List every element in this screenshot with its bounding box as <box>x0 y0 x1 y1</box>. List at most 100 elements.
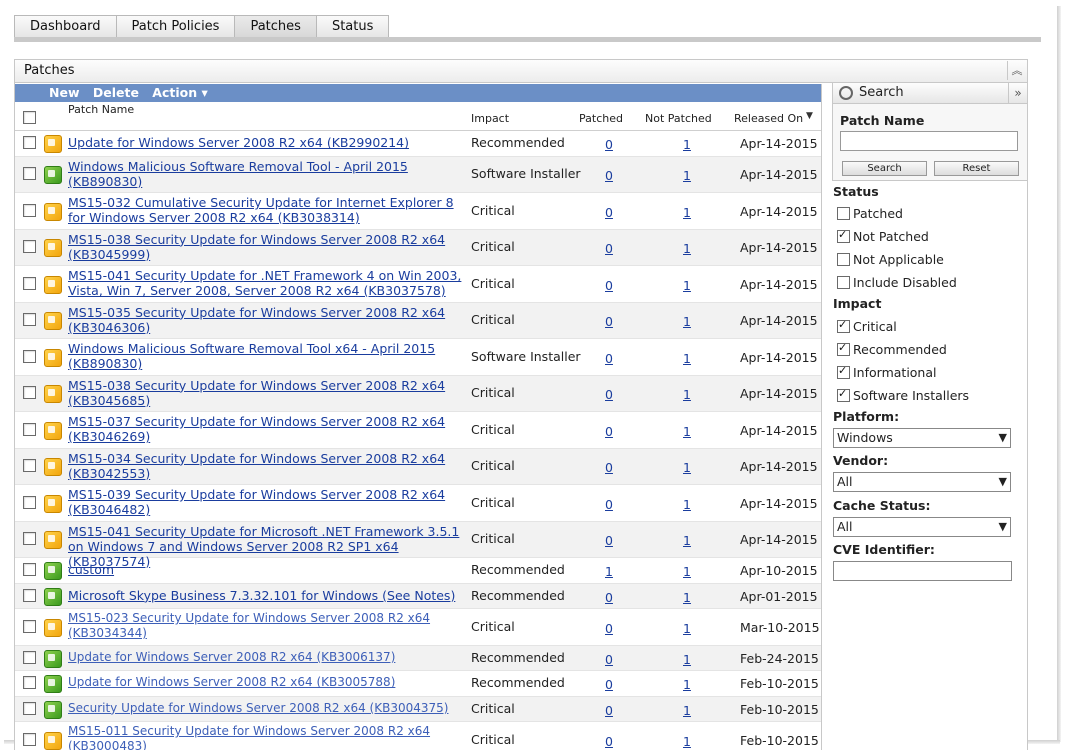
table-row[interactable]: custom Recommended 1 1 Apr-10-2015 <box>15 558 821 584</box>
impact-checkbox[interactable] <box>837 318 850 333</box>
not-patched-count-link[interactable]: 1 <box>683 677 691 692</box>
not-patched-count-link[interactable]: 1 <box>683 497 691 512</box>
patched-count-link[interactable]: 0 <box>605 703 613 718</box>
table-row[interactable]: MS15-034 Security Update for Windows Ser… <box>15 448 821 485</box>
table-row[interactable]: Windows Malicious Software Removal Tool … <box>15 339 821 376</box>
patch-name-link[interactable]: Update for Windows Server 2008 R2 x64 (K… <box>68 675 470 690</box>
patched-count-link[interactable]: 0 <box>605 677 613 692</box>
status-checkbox[interactable] <box>837 276 850 289</box>
tab-patches[interactable]: Patches <box>234 15 316 38</box>
table-row[interactable]: MS15-035 Security Update for Windows Ser… <box>15 302 821 339</box>
sort-descending-icon[interactable]: ▼ <box>806 111 813 121</box>
patch-name-link[interactable]: MS15-039 Security Update for Windows Ser… <box>68 487 470 517</box>
impact-checkbox[interactable] <box>837 387 850 402</box>
patched-count-link[interactable]: 0 <box>605 533 613 548</box>
status-checkbox[interactable] <box>837 207 850 220</box>
table-row[interactable]: Update for Windows Server 2008 R2 x64 (K… <box>15 671 821 697</box>
patch-name-link[interactable]: MS15-041 Security Update for .NET Framew… <box>68 268 470 298</box>
patched-count-link[interactable]: 0 <box>605 137 613 152</box>
not-patched-count-link[interactable]: 1 <box>683 424 691 439</box>
table-row[interactable]: MS15-011 Security Update for Windows Ser… <box>15 722 821 750</box>
patched-count-link[interactable]: 0 <box>605 652 613 667</box>
patch-name-link[interactable]: MS15-035 Security Update for Windows Ser… <box>68 305 470 335</box>
status-checkbox[interactable] <box>837 228 850 243</box>
table-row[interactable]: MS15-023 Security Update for Windows Ser… <box>15 609 821 646</box>
select-all-checkbox[interactable] <box>23 111 36 124</box>
not-patched-count-link[interactable]: 1 <box>683 137 691 152</box>
table-row[interactable]: MS15-039 Security Update for Windows Ser… <box>15 485 821 522</box>
patch-name-link[interactable]: Microsoft Skype Business 7.3.32.101 for … <box>68 588 470 603</box>
patch-name-link[interactable]: MS15-038 Security Update for Windows Ser… <box>68 378 470 408</box>
column-patched[interactable]: Patched <box>579 112 623 125</box>
tab-dashboard[interactable]: Dashboard <box>14 15 116 38</box>
row-checkbox[interactable] <box>23 495 36 509</box>
patched-count-link[interactable]: 0 <box>605 621 613 636</box>
not-patched-count-link[interactable]: 1 <box>683 533 691 548</box>
column-impact[interactable]: Impact <box>471 112 509 125</box>
row-checkbox[interactable] <box>23 240 36 254</box>
patch-name-link[interactable]: MS15-023 Security Update for Windows Ser… <box>68 611 470 641</box>
patched-count-link[interactable]: 0 <box>605 387 613 402</box>
row-checkbox[interactable] <box>23 532 36 546</box>
patch-name-input[interactable] <box>840 131 1018 151</box>
row-checkbox[interactable] <box>23 650 36 664</box>
column-released-on[interactable]: Released On <box>734 112 803 125</box>
not-patched-count-link[interactable]: 1 <box>683 460 691 475</box>
table-row[interactable]: Update for Windows Server 2008 R2 x64 (K… <box>15 645 821 671</box>
patch-name-link[interactable]: Windows Malicious Software Removal Tool … <box>68 159 470 189</box>
row-checkbox[interactable] <box>23 619 36 633</box>
patch-name-link[interactable]: Update for Windows Server 2008 R2 x64 (K… <box>68 650 470 665</box>
patched-count-link[interactable]: 0 <box>605 424 613 439</box>
row-checkbox[interactable] <box>23 276 36 290</box>
new-button[interactable]: New <box>49 85 80 100</box>
action-menu-button[interactable]: Action ▾ <box>152 85 207 100</box>
patched-count-link[interactable]: 0 <box>605 460 613 475</box>
not-patched-count-link[interactable]: 1 <box>683 590 691 605</box>
patch-name-link[interactable]: MS15-034 Security Update for Windows Ser… <box>68 451 470 481</box>
not-patched-count-link[interactable]: 1 <box>683 205 691 220</box>
row-checkbox[interactable] <box>23 386 36 400</box>
row-checkbox[interactable] <box>23 349 36 363</box>
vendor-select[interactable]: All ▼ <box>833 472 1011 492</box>
not-patched-count-link[interactable]: 1 <box>683 351 691 366</box>
tab-patch-policies[interactable]: Patch Policies <box>115 15 235 38</box>
not-patched-count-link[interactable]: 1 <box>683 703 691 718</box>
patched-count-link[interactable]: 0 <box>605 314 613 329</box>
table-row[interactable]: Windows Malicious Software Removal Tool … <box>15 156 821 193</box>
patched-count-link[interactable]: 0 <box>605 351 613 366</box>
expand-right-icon[interactable]: » <box>1008 83 1027 103</box>
row-checkbox[interactable] <box>23 313 36 327</box>
patched-count-link[interactable]: 1 <box>605 564 613 579</box>
row-checkbox[interactable] <box>23 167 36 181</box>
patch-name-link[interactable]: MS15-032 Cumulative Security Update for … <box>68 195 470 225</box>
status-checkbox[interactable] <box>837 253 850 266</box>
row-checkbox[interactable] <box>23 588 36 602</box>
not-patched-count-link[interactable]: 1 <box>683 387 691 402</box>
not-patched-count-link[interactable]: 1 <box>683 314 691 329</box>
table-row[interactable]: Microsoft Skype Business 7.3.32.101 for … <box>15 583 821 609</box>
not-patched-count-link[interactable]: 1 <box>683 241 691 256</box>
row-checkbox[interactable] <box>23 422 36 436</box>
not-patched-count-link[interactable]: 1 <box>683 621 691 636</box>
not-patched-count-link[interactable]: 1 <box>683 734 691 749</box>
cache-status-select[interactable]: All ▼ <box>833 517 1011 537</box>
row-checkbox[interactable] <box>23 732 36 746</box>
platform-select[interactable]: Windows ▼ <box>833 428 1011 448</box>
patched-count-link[interactable]: 0 <box>605 205 613 220</box>
row-checkbox[interactable] <box>23 136 36 150</box>
column-not-patched[interactable]: Not Patched <box>645 112 712 125</box>
patched-count-link[interactable]: 0 <box>605 734 613 749</box>
table-row[interactable]: MS15-038 Security Update for Windows Ser… <box>15 375 821 412</box>
impact-checkbox[interactable] <box>837 364 850 379</box>
table-row[interactable]: MS15-041 Security Update for Microsoft .… <box>15 521 821 569</box>
search-button[interactable]: Search <box>842 161 927 176</box>
patch-name-link[interactable]: MS15-011 Security Update for Windows Ser… <box>68 724 470 750</box>
collapse-up-icon[interactable]: ︽ <box>1007 61 1026 80</box>
patched-count-link[interactable]: 0 <box>605 497 613 512</box>
table-row[interactable]: Security Update for Windows Server 2008 … <box>15 696 821 722</box>
row-checkbox[interactable] <box>23 203 36 217</box>
row-checkbox[interactable] <box>23 563 36 577</box>
patched-count-link[interactable]: 0 <box>605 241 613 256</box>
patch-name-link[interactable]: custom <box>68 562 470 577</box>
table-row[interactable]: MS15-032 Cumulative Security Update for … <box>15 193 821 230</box>
